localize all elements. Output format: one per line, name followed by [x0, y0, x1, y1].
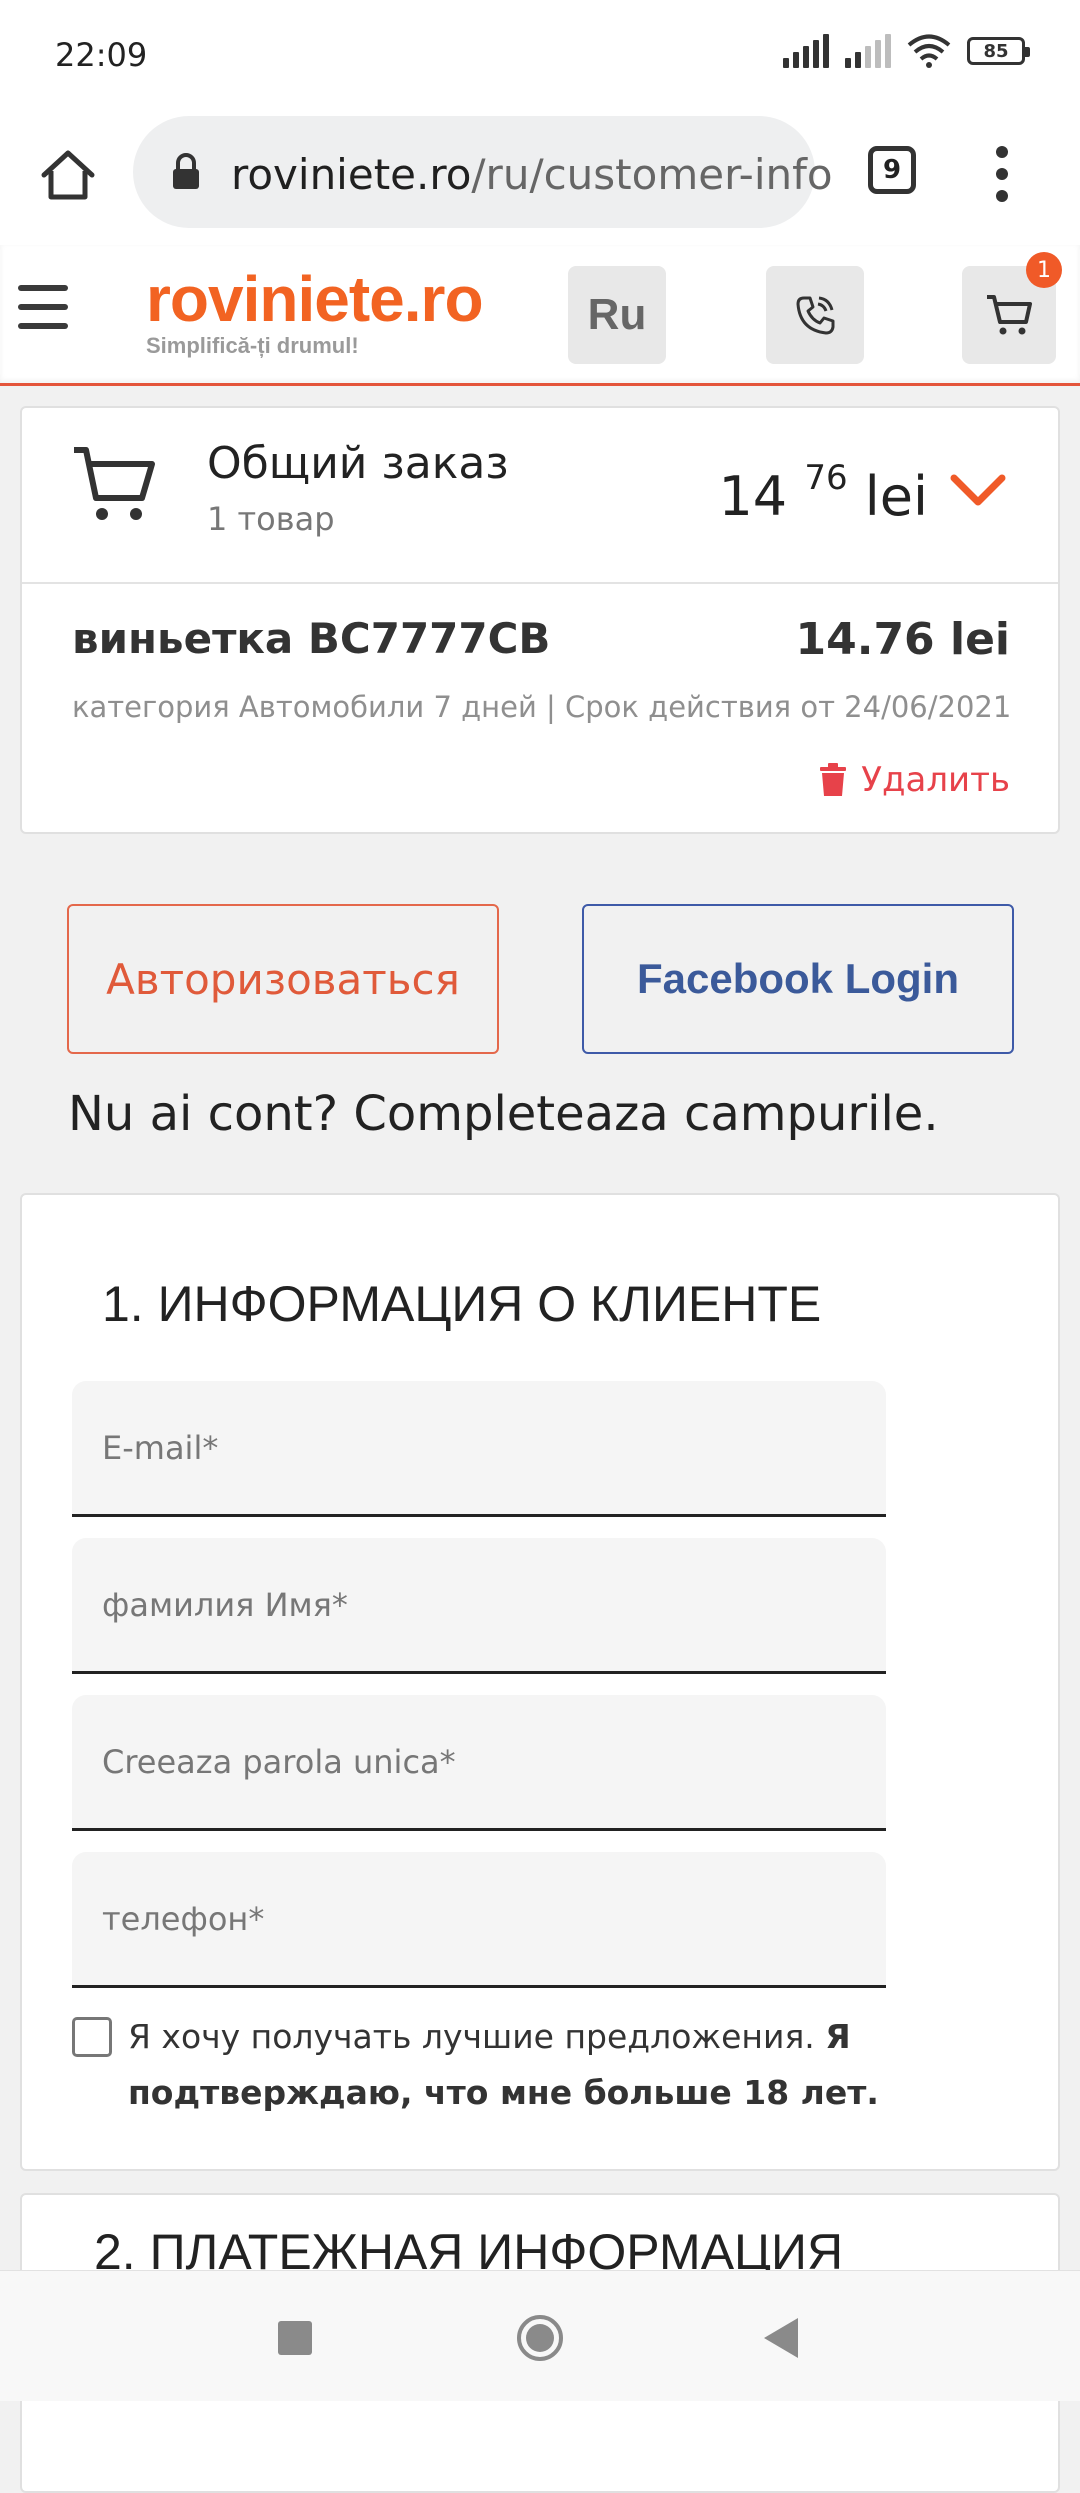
password-field[interactable] — [72, 1695, 886, 1828]
language-button[interactable]: Ru — [568, 266, 666, 364]
trash-icon — [820, 763, 847, 796]
order-total-int: 14 — [718, 465, 788, 528]
order-total: 14 76 lei — [718, 458, 928, 528]
cart-icon — [74, 447, 155, 520]
cart-icon — [987, 295, 1032, 335]
status-icons: 85 — [783, 34, 1030, 68]
signal-2-icon — [845, 34, 891, 68]
recents-button[interactable] — [278, 2321, 312, 2355]
email-field[interactable] — [72, 1381, 886, 1514]
home-icon[interactable] — [38, 145, 98, 205]
order-summary-card: Общий заказ 1 товар 14 76 lei виньетка B… — [20, 406, 1060, 834]
tab-switcher-button[interactable]: 9 — [868, 146, 916, 194]
password-field-wrapper — [72, 1695, 886, 1831]
order-currency: lei — [864, 465, 928, 528]
no-account-text: Nu ai cont? Completeaza campurile. — [68, 1086, 939, 1142]
divider — [22, 582, 1058, 584]
delete-item-button[interactable]: Удалить — [819, 760, 1010, 800]
signal-icon — [783, 34, 829, 68]
battery-icon: 85 — [967, 37, 1030, 65]
url-path: /ru/customer-info — [471, 150, 833, 199]
consent-checkbox[interactable] — [72, 2017, 112, 2057]
login-button[interactable]: Авторизоваться — [67, 904, 499, 1054]
home-nav-button[interactable] — [515, 2313, 565, 2363]
chevron-down-icon[interactable] — [950, 472, 1006, 508]
site-header: roviniete.ro Simplifică-ți drumul! Ru — [0, 245, 1080, 386]
battery-level: 85 — [983, 40, 1009, 62]
status-bar: 22:09 85 — [0, 0, 1080, 110]
lock-icon — [173, 153, 199, 189]
status-time: 22:09 — [55, 36, 148, 74]
full-name-field[interactable] — [72, 1538, 886, 1671]
item-price: 14.76 lei — [795, 614, 1011, 665]
logo-tagline: Simplifică-ți drumul! — [146, 333, 359, 358]
consent-text: Я хочу получать лучшие предложения. — [128, 2017, 815, 2056]
url-text[interactable]: roviniete.ro/ru/customer-info — [231, 150, 833, 199]
browser-toolbar: roviniete.ro/ru/customer-info 9 — [0, 110, 1080, 245]
item-name: виньетка BC7777CB — [72, 614, 551, 663]
section-title: 1. ИНФОРМАЦИЯ О КЛИЕНТЕ — [102, 1276, 822, 1332]
url-host: roviniete.ro — [231, 150, 472, 199]
browser-menu-icon[interactable] — [992, 146, 1012, 202]
logo-brand: roviniete.ro — [146, 263, 484, 335]
cart-count-badge: 1 — [1026, 252, 1062, 288]
consent-label: Я хочу получать лучшие предложения. Я по… — [128, 2009, 988, 2121]
phone-button[interactable] — [766, 266, 864, 364]
order-total-dec: 76 — [804, 458, 848, 498]
phone-field[interactable] — [72, 1852, 886, 1985]
hamburger-menu-icon[interactable] — [18, 285, 68, 329]
customer-info-card: 1. ИНФОРМАЦИЯ О КЛИЕНТЕ Я хочу получать … — [20, 1193, 1060, 2171]
email-field-wrapper — [72, 1381, 886, 1517]
delete-label: Удалить — [861, 760, 1010, 800]
order-item-count: 1 товар — [207, 500, 335, 538]
system-nav-bar — [0, 2270, 1080, 2401]
phone-field-wrapper — [72, 1852, 886, 1988]
wifi-icon — [907, 34, 951, 68]
phone-icon — [796, 296, 835, 335]
name-field-wrapper — [72, 1538, 886, 1674]
item-description: категория Автомобили 7 дней | Срок дейст… — [72, 690, 1012, 724]
facebook-login-button[interactable]: Facebook Login — [582, 904, 1014, 1054]
site-logo[interactable]: roviniete.ro Simplifică-ți drumul! — [146, 263, 484, 359]
order-title: Общий заказ — [207, 438, 509, 489]
address-bar[interactable]: roviniete.ro/ru/customer-info — [133, 116, 833, 228]
back-nav-button[interactable] — [760, 2315, 802, 2361]
